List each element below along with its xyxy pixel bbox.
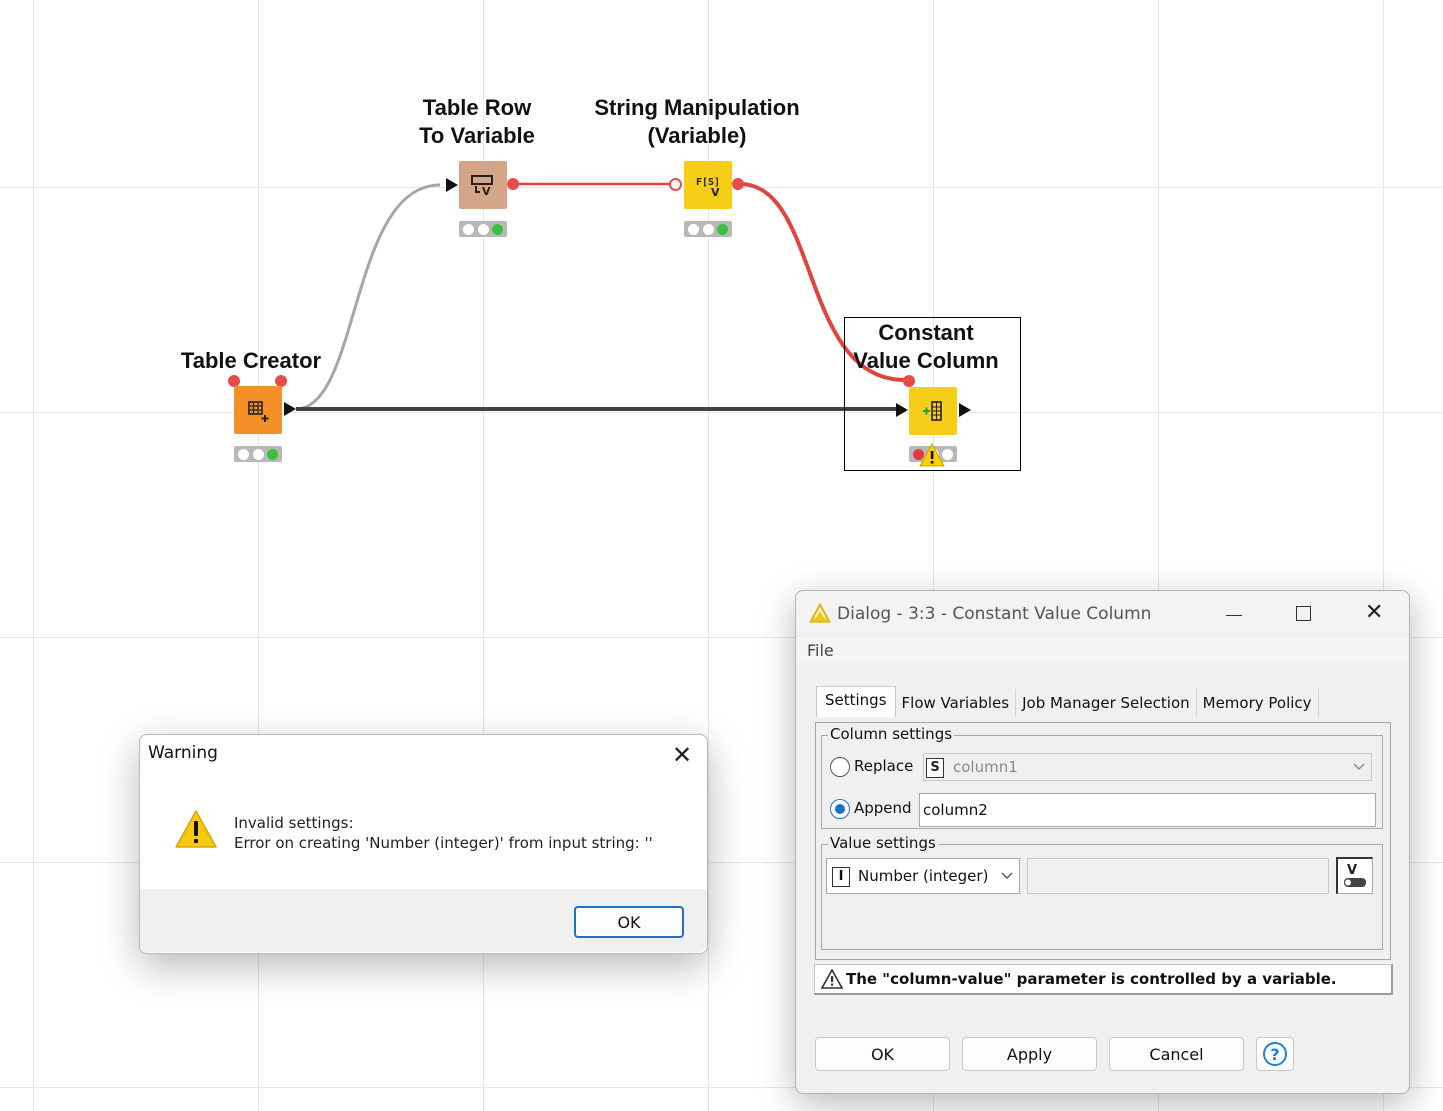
- knime-warning-icon: [809, 603, 831, 623]
- output-port[interactable]: [284, 402, 296, 416]
- ok-button[interactable]: OK: [574, 906, 684, 938]
- warning-message-line: Invalid settings:: [234, 814, 354, 832]
- column-settings-group: Column settings Replace S column1 Append…: [821, 725, 1383, 829]
- flow-variable-out-port[interactable]: [507, 178, 519, 190]
- table-plus-icon[interactable]: [234, 386, 282, 434]
- node-label-line: To Variable: [419, 123, 535, 148]
- tab-bar: Settings Flow Variables Job Manager Sele…: [816, 686, 1319, 717]
- menu-file[interactable]: File: [807, 641, 834, 660]
- tab-memory-policy[interactable]: Memory Policy: [1197, 689, 1319, 717]
- svg-text:V: V: [711, 186, 720, 198]
- input-port[interactable]: [896, 403, 908, 417]
- warning-dialog-title: Warning: [148, 743, 218, 763]
- flow-variable-out-port[interactable]: [732, 178, 744, 190]
- warning-dialog: Warning ✕ Invalid settings: Error on cre…: [139, 734, 708, 954]
- replace-label: Replace: [854, 757, 914, 775]
- apply-button[interactable]: Apply: [962, 1037, 1097, 1071]
- dialog-title: Dialog - 3:3 - Constant Value Column: [837, 604, 1152, 624]
- maximize-icon[interactable]: [1296, 606, 1311, 621]
- variable-controlled-notice: The "column-value" parameter is controll…: [814, 964, 1393, 995]
- append-radio[interactable]: [830, 799, 850, 819]
- append-column-input[interactable]: column2: [919, 793, 1376, 827]
- string-function-icon[interactable]: F[S] V: [684, 161, 732, 209]
- input-port[interactable]: [446, 178, 458, 192]
- node-label-constant-value-column: Constant Value Column: [846, 319, 1006, 375]
- warning-icon: [919, 443, 945, 467]
- warning-icon: [821, 969, 843, 989]
- help-button[interactable]: ?: [1256, 1037, 1294, 1071]
- constant-value-column-dialog: Dialog - 3:3 - Constant Value Column ✕ F…: [795, 590, 1410, 1094]
- value-input[interactable]: [1027, 858, 1329, 894]
- value-type-label: Number (integer): [858, 867, 989, 885]
- warning-dialog-footer: OK: [140, 889, 707, 952]
- replace-column-value: column1: [953, 758, 1018, 776]
- flow-variable-in-port[interactable]: [669, 178, 682, 191]
- node-label-string-manipulation: String Manipulation (Variable): [586, 94, 808, 150]
- ok-button[interactable]: OK: [815, 1037, 950, 1071]
- variable-toggle-icon[interactable]: V: [1336, 857, 1373, 894]
- node-label-line: Constant: [878, 320, 974, 345]
- row-to-variable-icon[interactable]: V: [459, 161, 507, 209]
- svg-text:V: V: [1347, 863, 1357, 878]
- replace-column-select[interactable]: S column1: [923, 753, 1372, 781]
- connection-tablecreator-to-rowtovariable: [295, 183, 441, 411]
- settings-panel: Column settings Replace S column1 Append…: [815, 722, 1391, 960]
- append-label: Append: [854, 799, 912, 817]
- warning-message-line: Error on creating 'Number (integer)' fro…: [234, 834, 653, 852]
- node-status-indicator: [459, 221, 507, 237]
- node-status-indicator: [684, 221, 732, 237]
- close-icon[interactable]: ✕: [1365, 601, 1383, 625]
- svg-text:V: V: [482, 185, 491, 196]
- value-settings-group: Value settings I Number (integer) V: [821, 834, 1383, 950]
- replace-radio[interactable]: [830, 757, 850, 777]
- integer-type-icon: I: [832, 867, 850, 887]
- node-label-table-row-to-variable: Table Row To Variable: [397, 94, 557, 150]
- append-column-value: column2: [923, 801, 988, 819]
- string-type-icon: S: [926, 758, 944, 778]
- svg-text:?: ?: [1270, 1045, 1279, 1064]
- node-label-table-creator: Table Creator: [180, 348, 322, 373]
- node-label-line: String Manipulation: [594, 95, 800, 120]
- warning-message: Invalid settings: Error on creating 'Num…: [234, 813, 653, 853]
- chevron-down-icon: [1353, 763, 1365, 770]
- warning-icon: [175, 810, 217, 848]
- tab-job-manager-selection[interactable]: Job Manager Selection: [1016, 689, 1197, 717]
- dialog-titlebar[interactable]: Dialog - 3:3 - Constant Value Column ✕: [796, 591, 1409, 635]
- menu-bar: File: [796, 637, 1409, 663]
- value-type-select[interactable]: I Number (integer): [826, 858, 1020, 894]
- close-icon[interactable]: ✕: [672, 743, 692, 767]
- add-column-icon[interactable]: [909, 387, 957, 435]
- warning-dialog-body: Invalid settings: Error on creating 'Num…: [140, 773, 707, 889]
- node-label-line: (Variable): [647, 123, 747, 148]
- output-port[interactable]: [959, 403, 971, 417]
- chevron-down-icon: [1001, 872, 1013, 879]
- group-title: Column settings: [828, 725, 955, 743]
- help-icon: ?: [1263, 1042, 1287, 1066]
- node-status-indicator: [234, 446, 282, 462]
- node-label-line: Table Row: [422, 95, 532, 120]
- minimize-icon[interactable]: [1226, 601, 1242, 616]
- tab-settings[interactable]: Settings: [816, 686, 896, 717]
- group-title: Value settings: [828, 834, 938, 852]
- tab-flow-variables[interactable]: Flow Variables: [896, 689, 1017, 717]
- node-label-line: Value Column: [853, 348, 999, 373]
- variable-notice-text: The "column-value" parameter is controll…: [846, 970, 1337, 988]
- cancel-button[interactable]: Cancel: [1109, 1037, 1244, 1071]
- flow-variable-in-port[interactable]: [903, 375, 915, 387]
